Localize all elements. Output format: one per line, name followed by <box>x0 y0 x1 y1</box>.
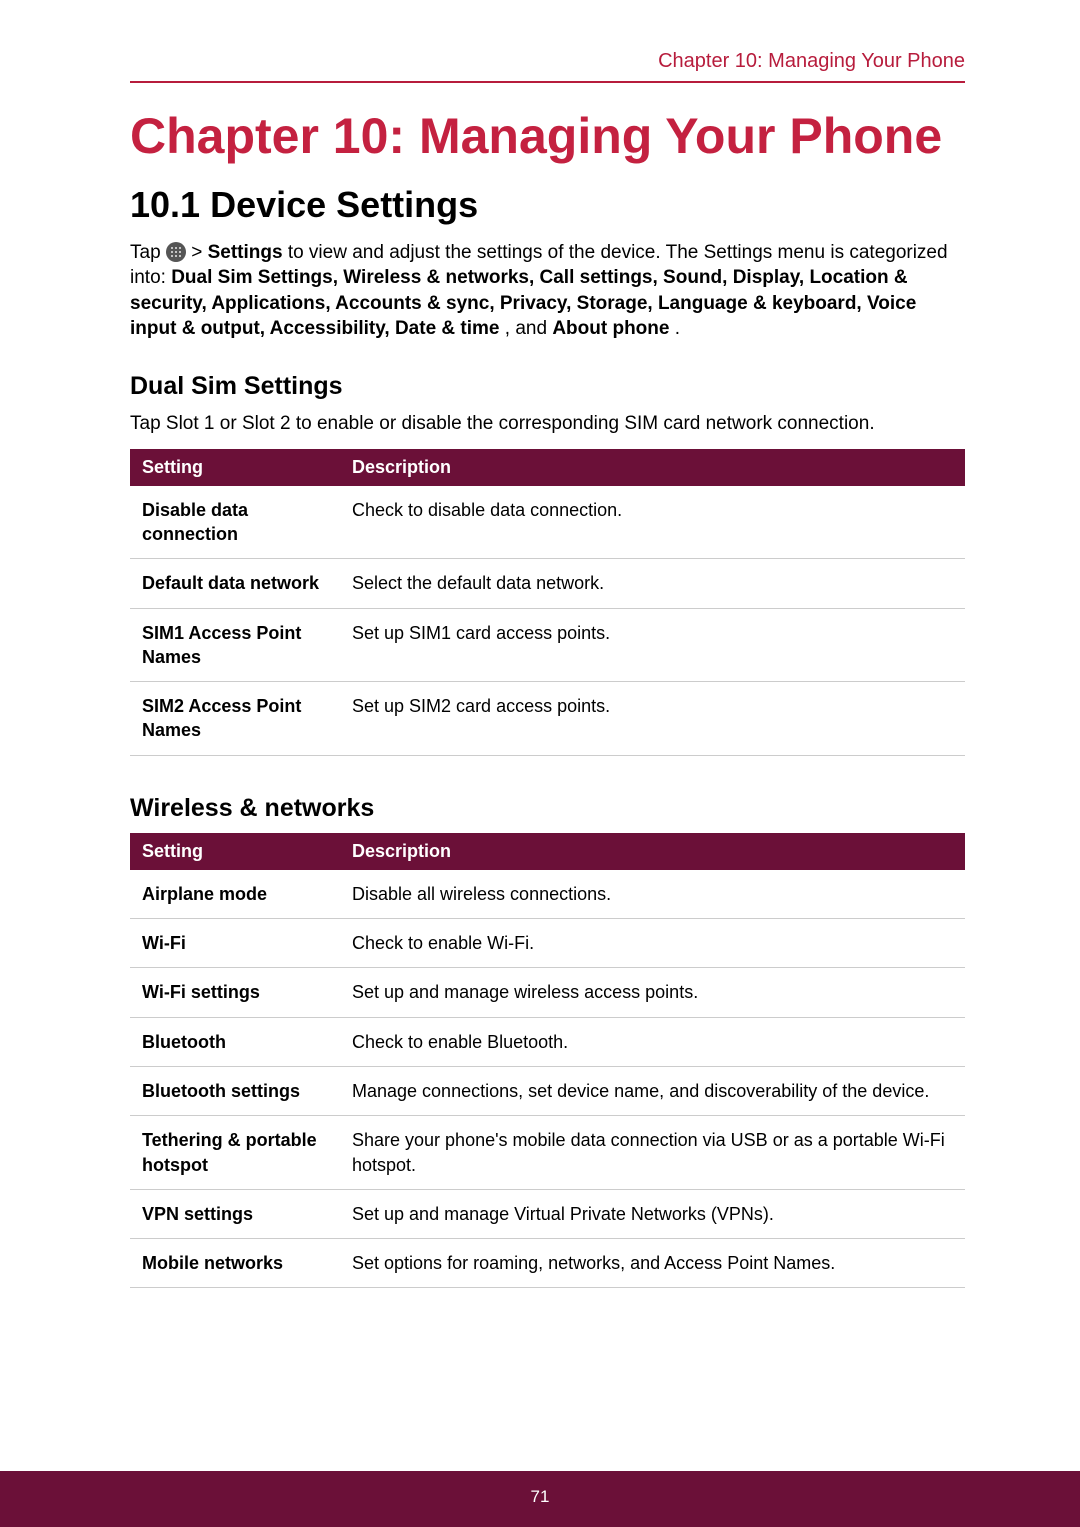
intro-text-pre: Tap <box>130 242 166 263</box>
dual-sim-table: Setting Description Disable data connect… <box>130 449 965 756</box>
wireless-heading: Wireless & networks <box>130 794 965 823</box>
setting-cell: Wi-Fi <box>130 919 340 968</box>
dual-sim-desc: Tap Slot 1 or Slot 2 to enable or disabl… <box>130 411 965 437</box>
setting-cell: Mobile networks <box>130 1239 340 1288</box>
setting-cell: VPN settings <box>130 1189 340 1238</box>
chapter-title: Chapter 10: Managing Your Phone <box>130 108 965 166</box>
setting-cell: Bluetooth <box>130 1017 340 1066</box>
desc-cell: Manage connections, set device name, and… <box>340 1066 965 1115</box>
table-row: SIM1 Access Point Names Set up SIM1 card… <box>130 608 965 682</box>
setting-cell: Wi-Fi settings <box>130 968 340 1017</box>
intro-paragraph: Tap > Settings to view and adjust the se… <box>130 240 965 343</box>
desc-cell: Check to enable Wi-Fi. <box>340 919 965 968</box>
setting-cell: Airplane mode <box>130 870 340 919</box>
intro-and: , and <box>505 318 553 339</box>
desc-cell: Set up and manage wireless access points… <box>340 968 965 1017</box>
desc-cell: Set up SIM1 card access points. <box>340 608 965 682</box>
table-row: Bluetooth settings Manage connections, s… <box>130 1066 965 1115</box>
intro-period: . <box>675 318 680 339</box>
setting-cell: Default data network <box>130 559 340 608</box>
table-header-setting: Setting <box>130 833 340 870</box>
table-row: Disable data connection Check to disable… <box>130 486 965 559</box>
table-row: Airplane mode Disable all wireless conne… <box>130 870 965 919</box>
table-row: Tethering & portable hotspot Share your … <box>130 1116 965 1190</box>
table-row: Mobile networks Set options for roaming,… <box>130 1239 965 1288</box>
setting-cell: SIM1 Access Point Names <box>130 608 340 682</box>
desc-cell: Check to enable Bluetooth. <box>340 1017 965 1066</box>
breadcrumb-separator: > <box>191 242 207 263</box>
running-header: Chapter 10: Managing Your Phone <box>130 50 965 83</box>
desc-cell: Check to disable data connection. <box>340 486 965 559</box>
setting-cell: Tethering & portable hotspot <box>130 1116 340 1190</box>
about-phone-label: About phone <box>552 318 669 339</box>
setting-cell: Bluetooth settings <box>130 1066 340 1115</box>
desc-cell: Share your phone's mobile data connectio… <box>340 1116 965 1190</box>
setting-cell: SIM2 Access Point Names <box>130 682 340 756</box>
table-row: Wi-Fi settings Set up and manage wireles… <box>130 968 965 1017</box>
table-row: Default data network Select the default … <box>130 559 965 608</box>
setting-cell: Disable data connection <box>130 486 340 559</box>
table-header-description: Description <box>340 833 965 870</box>
page-footer: 71 <box>0 1471 1080 1527</box>
desc-cell: Set up SIM2 card access points. <box>340 682 965 756</box>
table-row: VPN settings Set up and manage Virtual P… <box>130 1189 965 1238</box>
table-row: Wi-Fi Check to enable Wi-Fi. <box>130 919 965 968</box>
table-header-setting: Setting <box>130 449 340 486</box>
table-row: SIM2 Access Point Names Set up SIM2 card… <box>130 682 965 756</box>
page-number: 71 <box>531 1487 550 1506</box>
apps-menu-icon <box>166 242 186 262</box>
desc-cell: Select the default data network. <box>340 559 965 608</box>
table-row: Bluetooth Check to enable Bluetooth. <box>130 1017 965 1066</box>
section-title: 10.1 Device Settings <box>130 184 965 226</box>
wireless-table: Setting Description Airplane mode Disabl… <box>130 833 965 1289</box>
desc-cell: Set up and manage Virtual Private Networ… <box>340 1189 965 1238</box>
desc-cell: Set options for roaming, networks, and A… <box>340 1239 965 1288</box>
settings-label: Settings <box>208 242 283 263</box>
desc-cell: Disable all wireless connections. <box>340 870 965 919</box>
dual-sim-heading: Dual Sim Settings <box>130 372 965 401</box>
table-header-description: Description <box>340 449 965 486</box>
